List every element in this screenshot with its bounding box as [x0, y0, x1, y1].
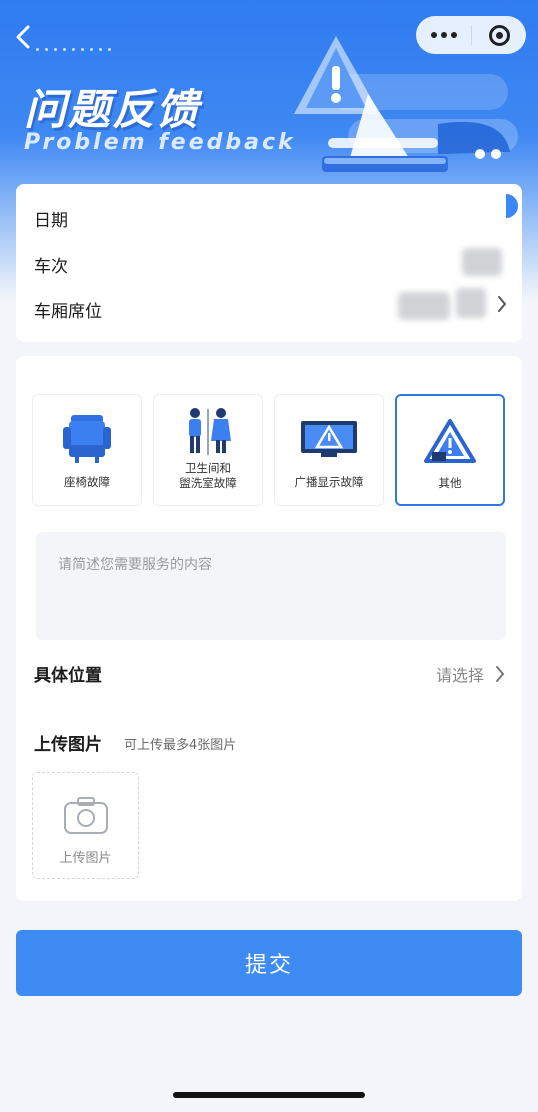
seat-value-redacted [456, 288, 486, 318]
warning-triangle-icon [424, 419, 476, 463]
trip-info-card: 日期 车次 车厢席位 [16, 184, 522, 342]
issue-type-label: 座椅故障 [64, 475, 110, 489]
issue-type-seat[interactable]: 座椅故障 [32, 394, 142, 506]
page-title: 问题反馈 [24, 85, 201, 134]
location-label: 具体位置 [34, 666, 102, 686]
chevron-right-icon [496, 666, 505, 682]
train-label: 车次 [34, 257, 68, 277]
home-indicator [173, 1092, 365, 1098]
train-value-redacted [462, 248, 502, 276]
issue-type-broadcast-display[interactable]: 广播显示故障 [274, 394, 384, 506]
upload-label: 上传图片 [34, 735, 102, 755]
issue-type-other[interactable]: 其他 [395, 394, 505, 506]
location-select[interactable]: 请选择 [436, 661, 506, 687]
page-subtitle: Problem feedback [24, 130, 296, 155]
issue-type-grid: 座椅故障 卫生间和 盥洗室故障 广播显示故障 其他 [32, 394, 506, 506]
seat-icon [63, 415, 111, 463]
warning-illustration [294, 36, 518, 172]
chevron-right-icon[interactable] [496, 294, 508, 314]
date-label: 日期 [34, 211, 68, 231]
submit-button[interactable]: 提交 [16, 930, 522, 996]
upload-image-button[interactable]: 上传图片 [32, 772, 139, 879]
upload-button-label: 上传图片 [59, 851, 112, 866]
issue-type-label: 广播显示故障 [294, 475, 364, 489]
camera-icon [64, 797, 108, 834]
decorative-dots [36, 48, 111, 51]
feedback-form-card: 座椅故障 卫生间和 盥洗室故障 广播显示故障 其他 请简述您需要服务的内容 具体… [16, 356, 522, 901]
upload-hint: 可上传最多4张图片 [124, 738, 237, 753]
restroom-icon [189, 408, 231, 455]
description-input[interactable] [36, 532, 506, 640]
issue-type-label: 卫生间和 盥洗室故障 [179, 461, 237, 490]
location-value: 请选择 [435, 666, 484, 685]
display-warning-icon [301, 421, 357, 457]
carriage-value-redacted [398, 292, 450, 320]
issue-type-restroom[interactable]: 卫生间和 盥洗室故障 [153, 394, 263, 506]
issue-type-label: 其他 [438, 476, 462, 490]
seat-label: 车厢席位 [34, 302, 102, 322]
